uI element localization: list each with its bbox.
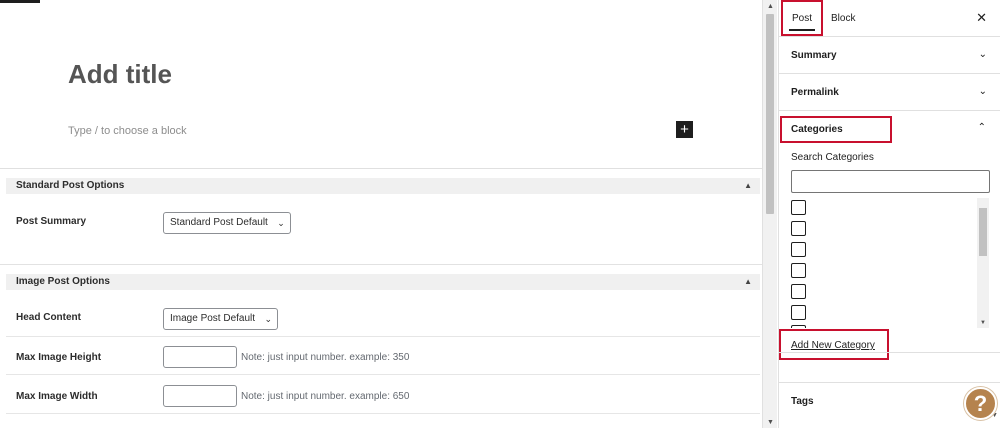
top-accent-strip xyxy=(0,0,40,3)
collapse-caret-icon[interactable]: ▲ xyxy=(744,178,752,194)
chevron-up-icon[interactable]: ⌃ xyxy=(978,122,986,133)
post-summary-label: Post Summary xyxy=(16,216,87,227)
sidebar-tabs: Post Block ✕ xyxy=(779,0,1000,37)
post-summary-select[interactable]: Standard Post Default ⌄ xyxy=(163,212,291,234)
sidebar-divider xyxy=(779,382,1000,383)
category-checkbox[interactable] xyxy=(791,305,806,320)
chevron-down-icon: ⌄ xyxy=(978,49,987,60)
max-image-width-label: Max Image Width xyxy=(16,391,98,402)
tab-post[interactable]: Post xyxy=(781,0,823,36)
search-categories-input[interactable] xyxy=(791,170,990,193)
post-title-input[interactable]: Add title xyxy=(68,59,172,90)
panel-summary[interactable]: Summary ⌄ xyxy=(779,37,1000,74)
standard-post-options-header[interactable]: Standard Post Options ▲ xyxy=(6,178,760,194)
scroll-down-arrow-icon[interactable]: ▼ xyxy=(977,318,989,328)
settings-sidebar: Post Block ✕ Summary ⌄ Permalink ⌄ Categ… xyxy=(778,0,1000,428)
max-image-width-note: Note: just input number. example: 650 xyxy=(241,391,410,402)
chevron-down-icon: ⌄ xyxy=(978,86,987,97)
chevron-down-icon: ⌄ xyxy=(264,314,273,324)
block-inserter-button[interactable]: + xyxy=(676,121,693,138)
row-divider xyxy=(6,413,760,414)
category-checklist xyxy=(791,198,989,328)
chevron-down-icon: ⌄ xyxy=(277,218,285,228)
panel-summary-title: Summary xyxy=(791,50,837,61)
category-checkbox[interactable] xyxy=(791,325,806,328)
category-checkbox[interactable] xyxy=(791,221,806,236)
tab-block[interactable]: Block xyxy=(831,0,861,37)
add-new-category-link[interactable]: Add New Category xyxy=(791,340,875,351)
category-list-scrollbar[interactable]: ▼ xyxy=(977,198,989,328)
image-post-options-header[interactable]: Image Post Options ▲ xyxy=(6,274,760,290)
search-categories-label: Search Categories xyxy=(791,152,874,163)
question-mark-glyph: ? xyxy=(973,390,988,416)
close-icon[interactable]: ✕ xyxy=(976,11,987,24)
collapse-caret-icon[interactable]: ▲ xyxy=(744,274,752,290)
panel-permalink-title: Permalink xyxy=(791,87,839,98)
head-content-label: Head Content xyxy=(16,312,81,323)
category-checkbox[interactable] xyxy=(791,263,806,278)
meta-section-divider xyxy=(0,264,762,265)
max-image-height-note: Note: just input number. example: 350 xyxy=(241,352,410,363)
category-checkbox[interactable] xyxy=(791,242,806,257)
image-post-options-title: Image Post Options xyxy=(16,276,110,287)
editor-scrollbar-thumb[interactable] xyxy=(766,14,774,214)
panel-categories-title[interactable]: Categories xyxy=(791,124,843,135)
panel-permalink[interactable]: Permalink ⌄ xyxy=(779,74,1000,111)
sidebar-divider xyxy=(779,352,1000,353)
category-checkbox[interactable] xyxy=(791,284,806,299)
max-image-width-input[interactable] xyxy=(163,385,237,407)
help-icon[interactable]: ? xyxy=(964,387,997,420)
head-content-select[interactable]: Image Post Default ⌄ xyxy=(163,308,279,330)
row-divider xyxy=(6,336,760,337)
block-editor: Add title Type / to choose a block + Sta… xyxy=(0,0,762,428)
default-block-appender[interactable]: Type / to choose a block xyxy=(68,125,187,137)
category-scrollbar-thumb[interactable] xyxy=(979,208,987,256)
row-divider xyxy=(6,374,760,375)
max-image-height-input[interactable] xyxy=(163,346,237,368)
scroll-down-arrow-icon[interactable]: ▼ xyxy=(763,416,778,428)
plus-icon: + xyxy=(680,121,689,138)
scroll-up-arrow-icon[interactable]: ▲ xyxy=(763,0,778,12)
category-checkbox[interactable] xyxy=(791,200,806,215)
editor-scrollbar[interactable]: ▲ ▼ xyxy=(762,0,777,428)
post-summary-selected-value: Standard Post Default xyxy=(170,217,268,228)
max-image-height-label: Max Image Height xyxy=(16,352,102,363)
standard-post-options-title: Standard Post Options xyxy=(16,180,125,191)
panel-tags-title[interactable]: Tags xyxy=(791,396,814,407)
head-content-selected-value: Image Post Default xyxy=(170,313,256,324)
editor-divider xyxy=(0,168,762,169)
